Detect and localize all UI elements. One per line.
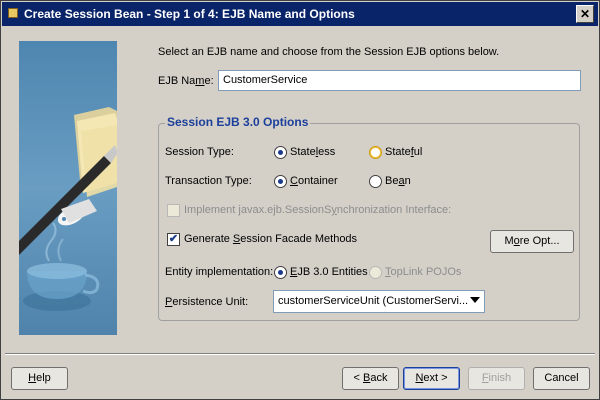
ejb-name-input[interactable]: CustomerService bbox=[218, 70, 581, 91]
bean-label[interactable]: Bean bbox=[385, 175, 411, 187]
ejb30-entities-label[interactable]: EJB 3.0 Entities bbox=[290, 266, 368, 278]
stateless-radio[interactable] bbox=[274, 146, 287, 159]
transaction-type-label: Transaction Type: bbox=[165, 175, 252, 187]
toplink-radio[interactable] bbox=[369, 266, 382, 279]
help-button[interactable]: Help bbox=[11, 367, 68, 390]
more-options-button[interactable]: More Opt... bbox=[490, 230, 574, 253]
container-radio[interactable] bbox=[274, 175, 287, 188]
wizard-illustration-graphic bbox=[19, 41, 117, 335]
entity-impl-label: Entity implementation: bbox=[165, 266, 274, 278]
chevron-down-icon bbox=[470, 297, 480, 303]
ejb-name-label: EJB Name: bbox=[158, 75, 214, 87]
stateful-radio[interactable] bbox=[369, 146, 382, 159]
facade-checkbox[interactable]: ✔ bbox=[167, 233, 180, 246]
finish-button[interactable]: Finish bbox=[468, 367, 525, 390]
close-icon[interactable]: ✕ bbox=[576, 5, 594, 23]
bean-radio[interactable] bbox=[369, 175, 382, 188]
stateless-label[interactable]: Stateless bbox=[290, 146, 335, 158]
stateful-label[interactable]: Stateful bbox=[385, 146, 422, 158]
cancel-button[interactable]: Cancel bbox=[533, 367, 590, 390]
window-icon bbox=[8, 8, 18, 18]
back-button[interactable]: < Back bbox=[342, 367, 399, 390]
persistence-unit-label: Persistence Unit: bbox=[165, 296, 249, 308]
wizard-illustration bbox=[19, 41, 117, 335]
persistence-unit-value: customerServiceUnit (CustomerServi... bbox=[278, 295, 469, 307]
button-separator bbox=[5, 353, 595, 355]
dialog-window: Create Session Bean - Step 1 of 4: EJB N… bbox=[0, 0, 600, 400]
ejb30-entities-radio[interactable] bbox=[274, 266, 287, 279]
persistence-unit-select[interactable]: customerServiceUnit (CustomerServi... bbox=[273, 290, 485, 313]
group-title: Session EJB 3.0 Options bbox=[165, 115, 311, 129]
session-sync-checkbox[interactable] bbox=[167, 204, 180, 217]
title-bar[interactable]: Create Session Bean - Step 1 of 4: EJB N… bbox=[2, 2, 598, 26]
session-sync-label: Implement javax.ejb.SessionSynchronizati… bbox=[184, 204, 452, 216]
ejb-name-value: CustomerService bbox=[223, 74, 308, 86]
session-type-label: Session Type: bbox=[165, 146, 234, 158]
facade-label[interactable]: Generate Session Facade Methods bbox=[184, 233, 357, 245]
intro-text: Select an EJB name and choose from the S… bbox=[158, 46, 500, 58]
window-title: Create Session Bean - Step 1 of 4: EJB N… bbox=[24, 7, 355, 21]
container-label[interactable]: Container bbox=[290, 175, 338, 187]
toplink-label: TopLink POJOs bbox=[385, 266, 462, 278]
next-button[interactable]: Next > bbox=[403, 367, 460, 390]
